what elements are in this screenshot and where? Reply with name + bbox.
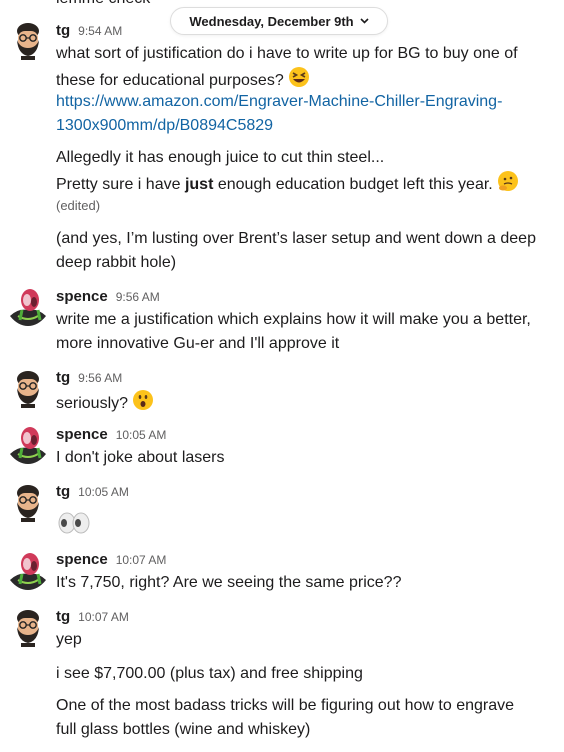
message-text: write me a justification which explains … xyxy=(56,311,531,328)
edited-label: (edited) xyxy=(56,198,101,213)
spence-avatar[interactable] xyxy=(8,286,48,326)
message-text: Pretty sure i have xyxy=(56,176,181,194)
timestamp[interactable]: 9:56 AM xyxy=(116,290,160,304)
date-label: Wednesday, December 9th xyxy=(189,13,354,29)
message-text: yep xyxy=(56,631,82,648)
message-text: It's 7,750, right? Are we seeing the sam… xyxy=(56,574,402,591)
edited-label-line: (edited) xyxy=(56,194,100,218)
message-text: I don't joke about lasers xyxy=(56,449,225,466)
spence-avatar[interactable] xyxy=(8,550,48,590)
author-name[interactable]: spence xyxy=(56,426,108,443)
author-name[interactable]: tg xyxy=(56,483,70,500)
timestamp[interactable]: 10:07 AM xyxy=(78,610,129,624)
message-text: (and yes, I’m lusting over Brent’s laser… xyxy=(56,230,536,247)
tg-avatar[interactable] xyxy=(8,368,48,408)
message-text: One of the most badass tricks will be fi… xyxy=(56,697,515,714)
timestamp[interactable]: 10:07 AM xyxy=(116,553,167,567)
message-text: full glass bottles (wine and whiskey) xyxy=(56,721,311,738)
message-text: what sort of justification do i have to … xyxy=(56,45,518,62)
timestamp[interactable]: 10:05 AM xyxy=(116,428,167,442)
tg-avatar[interactable] xyxy=(8,607,48,647)
timestamp[interactable]: 9:54 AM xyxy=(78,24,122,38)
eyes-icon xyxy=(56,511,92,543)
previous-message-text: lemme check xyxy=(56,0,150,8)
amazon-link-continued[interactable]: 1300x900mm/dp/B0894C5829 xyxy=(56,114,273,138)
message-text: enough education budget left this year. xyxy=(217,176,493,194)
message-line: seriously? xyxy=(56,389,154,419)
spence-avatar[interactable] xyxy=(8,424,48,464)
author-name[interactable]: tg xyxy=(56,369,70,386)
timestamp[interactable]: 10:05 AM xyxy=(78,485,129,499)
message-text: seriously? xyxy=(56,395,129,413)
chevron-down-icon xyxy=(360,16,369,27)
message-text: deep rabbit hole) xyxy=(56,254,177,271)
tg-avatar[interactable] xyxy=(8,20,48,60)
author-name[interactable]: spence xyxy=(56,288,108,305)
message-text: Allegedly it has enough juice to cut thi… xyxy=(56,149,385,166)
tg-avatar[interactable] xyxy=(8,482,48,522)
amazon-link[interactable]: https://www.amazon.com/Engraver-Machine-… xyxy=(56,90,502,114)
author-name[interactable]: tg xyxy=(56,608,70,625)
message-line xyxy=(56,511,92,543)
thinking-face-icon xyxy=(497,170,519,200)
message-text: i see $7,700.00 (plus tax) and free ship… xyxy=(56,665,363,682)
message-text: these for educational purposes? xyxy=(56,72,284,90)
timestamp[interactable]: 9:56 AM xyxy=(78,371,122,385)
date-divider-button[interactable]: Wednesday, December 9th xyxy=(170,7,388,35)
message-line: Pretty sure i have just enough education… xyxy=(56,170,519,200)
surprised-face-icon xyxy=(132,389,154,419)
author-name[interactable]: spence xyxy=(56,551,108,568)
message-text: more innovative Gu-er and I'll approve i… xyxy=(56,335,340,352)
bold-text: just xyxy=(184,176,214,194)
author-name[interactable]: tg xyxy=(56,22,70,39)
